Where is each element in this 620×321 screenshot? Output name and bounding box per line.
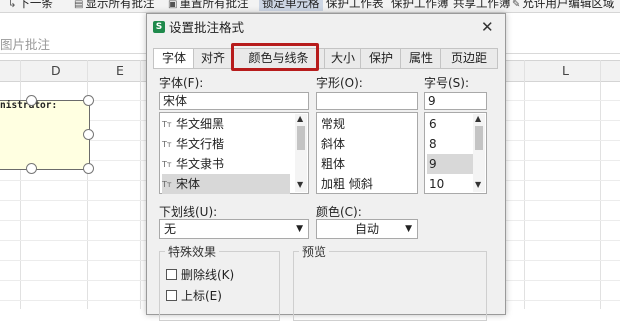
column-l-header[interactable]: L	[562, 63, 569, 78]
grid-line	[524, 60, 525, 309]
tab-font[interactable]: 字体	[153, 48, 195, 69]
size-list[interactable]: 6 8 9 10 ▲ ▼	[424, 112, 487, 194]
font-list[interactable]: Tт 华文细黑 Tт 华文行楷 Tт 华文隶书 Tт 宋体 ▲ ▼	[159, 112, 309, 194]
tab-divider	[153, 68, 498, 69]
grid-line	[20, 60, 21, 309]
tab-size[interactable]: 大小	[324, 48, 362, 68]
list-item[interactable]: 10	[427, 174, 473, 194]
protect-sheet-button[interactable]: 保护工作表	[326, 0, 384, 11]
pencil-icon: ✎	[512, 0, 521, 10]
truetype-icon: Tт	[162, 119, 172, 129]
list-item-selected[interactable]: 9	[427, 154, 473, 174]
list-item[interactable]: Tт 华文隶书	[162, 154, 224, 174]
resize-handle[interactable]	[26, 163, 37, 174]
comments-icon: ▤	[74, 0, 84, 10]
resize-handle[interactable]	[83, 163, 94, 174]
preview-title: 预览	[299, 243, 330, 260]
font-label: 字体(F):	[159, 76, 204, 90]
list-item[interactable]: 6	[427, 114, 473, 134]
superscript-checkbox[interactable]	[166, 290, 177, 301]
app-icon: S	[153, 21, 165, 33]
resize-handle[interactable]	[83, 129, 94, 140]
truetype-icon: Tт	[162, 179, 172, 189]
truetype-icon: Tт	[162, 159, 172, 169]
tab-alignment[interactable]: 对齐	[193, 48, 233, 68]
reset-all-comments-button[interactable]: ▣ 重置所有批注	[168, 0, 248, 11]
size-label: 字号(S):	[424, 76, 470, 90]
tab-bar: 字体 对齐 颜色与线条 大小 保护 属性 页边距	[153, 48, 498, 69]
list-item[interactable]: 斜体	[321, 134, 345, 154]
superscript-label: 上标(E)	[181, 289, 222, 303]
strikethrough-checkbox[interactable]	[166, 269, 177, 280]
reset-icon: ▣	[168, 0, 178, 10]
scroll-up-icon[interactable]: ▲	[297, 114, 303, 123]
list-item[interactable]: Tт 华文行楷	[162, 134, 224, 154]
style-input[interactable]	[316, 92, 418, 110]
underline-select[interactable]: 无 ▼	[159, 219, 309, 239]
format-comment-dialog: S 设置批注格式 ✕ 字体 对齐 颜色与线条 大小 保护 属性 页边距 字体(F…	[146, 13, 506, 321]
dropdown-arrow-icon: ▼	[405, 224, 412, 234]
list-item[interactable]: 粗体	[321, 154, 345, 174]
list-item-selected[interactable]: Tт 宋体	[162, 174, 290, 194]
column-d-header[interactable]: D	[51, 63, 61, 78]
list-item[interactable]: Tт 华文细黑	[162, 114, 224, 134]
style-list[interactable]: 常规 斜体 粗体 加粗 倾斜	[316, 112, 418, 194]
scroll-down-icon[interactable]: ▼	[475, 180, 481, 189]
next-comment-button[interactable]: ↳ 下一条	[8, 0, 53, 11]
grid-line	[140, 60, 141, 309]
truetype-icon: Tт	[162, 139, 172, 149]
scroll-up-icon[interactable]: ▲	[475, 114, 481, 123]
resize-handle[interactable]	[26, 95, 37, 106]
tab-protection[interactable]: 保护	[360, 48, 402, 68]
share-workbook-button[interactable]: 共享工作簿	[453, 0, 511, 11]
font-input[interactable]: 宋体	[159, 92, 309, 110]
list-item[interactable]: 8	[427, 134, 473, 154]
show-all-comments-button[interactable]: ▤ 显示所有批注	[74, 0, 154, 11]
ribbon-toolbar: ↳ 下一条 ▤ 显示所有批注 ▣ 重置所有批注 锁定单元格 保护工作表 保护工作簿 共…	[0, 0, 620, 13]
close-icon[interactable]: ✕	[481, 18, 494, 36]
highlight-box	[231, 43, 319, 71]
dialog-title: 设置批注格式	[169, 20, 245, 35]
formula-bar-text: 图片批注	[0, 37, 51, 52]
dropdown-arrow-icon: ▼	[296, 224, 303, 234]
style-label: 字形(O):	[316, 76, 363, 90]
scrollbar[interactable]: ▲ ▼	[295, 114, 307, 192]
grid-line	[600, 60, 601, 309]
protect-workbook-button[interactable]: 保护工作簿	[391, 0, 449, 11]
tab-margins[interactable]: 页边距	[440, 48, 498, 68]
column-e-header[interactable]: E	[116, 63, 124, 78]
underline-label: 下划线(U):	[159, 205, 218, 219]
strikethrough-label: 删除线(K)	[181, 268, 235, 282]
scroll-thumb[interactable]	[475, 126, 483, 150]
color-label: 颜色(C):	[316, 205, 362, 219]
preview-group	[293, 251, 487, 321]
lock-cell-button[interactable]: 锁定单元格	[259, 0, 323, 11]
list-item[interactable]: 加粗 倾斜	[321, 174, 373, 194]
color-value: 自动	[354, 222, 379, 236]
scroll-down-icon[interactable]: ▼	[297, 180, 303, 189]
tab-properties[interactable]: 属性	[400, 48, 442, 68]
underline-value: 无	[164, 222, 177, 236]
effects-group	[159, 251, 280, 321]
effects-title: 特殊效果	[165, 243, 220, 260]
resize-handle[interactable]	[83, 95, 94, 106]
arrow-right-icon: ↳	[8, 0, 17, 10]
scrollbar[interactable]: ▲ ▼	[473, 114, 485, 192]
color-select[interactable]: 自动 ▼	[316, 219, 418, 239]
scroll-thumb[interactable]	[297, 126, 305, 150]
list-item[interactable]: 常规	[321, 114, 345, 134]
size-input[interactable]: 9	[424, 92, 487, 110]
allow-edit-ranges-button[interactable]: ✎ 允许用户编辑区域	[512, 0, 614, 11]
